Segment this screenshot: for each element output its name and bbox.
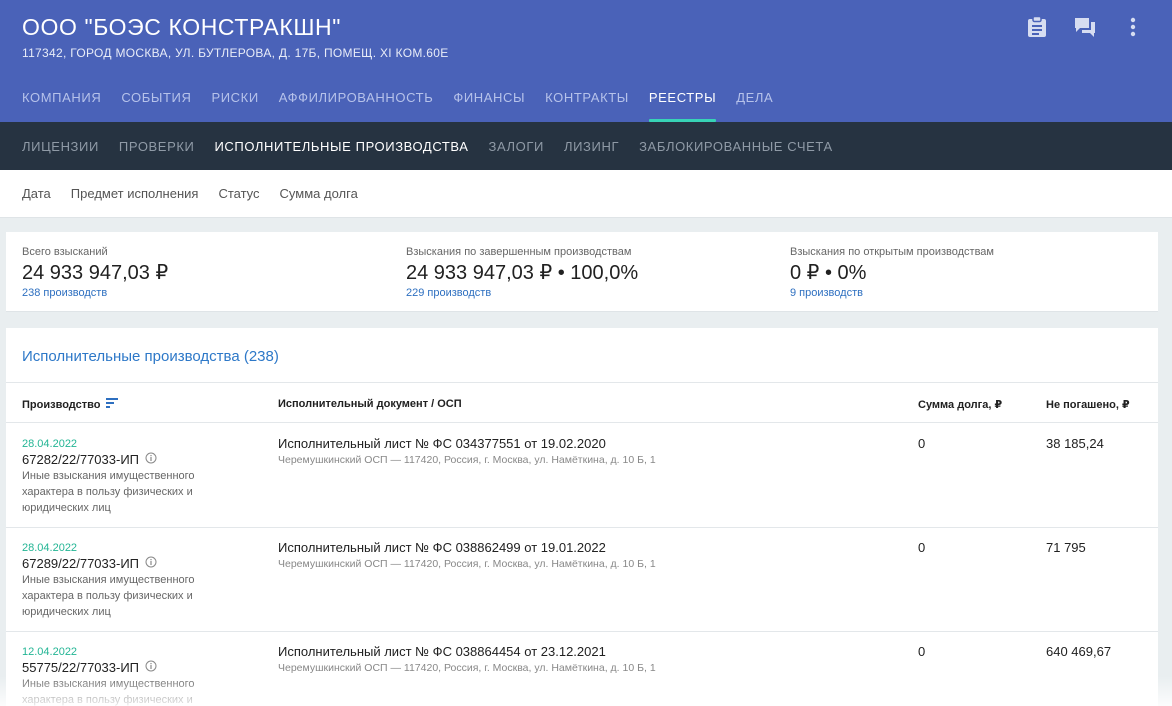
column-unpaid[interactable]: Не погашено, ₽ bbox=[1046, 398, 1130, 411]
info-icon[interactable] bbox=[145, 452, 157, 467]
summary-card: Всего взысканий 24 933 947,03 ₽ 238 прои… bbox=[6, 232, 1158, 312]
document-title[interactable]: Исполнительный лист № ФС 038864454 от 23… bbox=[278, 644, 656, 659]
row-number-text: 67282/22/77033-ИП bbox=[22, 452, 139, 467]
filters-bar: Дата Предмет исполнения Статус Сумма дол… bbox=[0, 170, 1172, 218]
more-vert-icon[interactable] bbox=[1120, 14, 1146, 40]
row-date: 28.04.2022 bbox=[22, 542, 78, 554]
table-row[interactable]: 28.04.2022 67282/22/77033-ИП Иные взыска… bbox=[6, 424, 1158, 528]
subtab-licenses[interactable]: ЛИЦЕНЗИИ bbox=[22, 139, 99, 154]
tab-cases[interactable]: ДЕЛА bbox=[736, 90, 773, 122]
row-number[interactable]: 67289/22/77033-ИП bbox=[22, 556, 222, 571]
column-debt[interactable]: Сумма долга, ₽ bbox=[918, 398, 1002, 411]
tab-risks[interactable]: РИСКИ bbox=[211, 90, 258, 122]
summary-completed: Взыскания по завершенным производствам 2… bbox=[406, 246, 638, 299]
column-proceeding-label: Производство bbox=[22, 398, 101, 411]
summary-label: Всего взысканий bbox=[22, 246, 108, 258]
table-title: Исполнительные производства (238) bbox=[22, 348, 279, 365]
row-description: Иные взыскания имущественного характера … bbox=[22, 678, 195, 706]
subtab-leasing[interactable]: ЛИЗИНГ bbox=[564, 139, 619, 154]
table-row[interactable]: 28.04.2022 67289/22/77033-ИП Иные взыска… bbox=[6, 528, 1158, 632]
row-description: Иные взыскания имущественного характера … bbox=[22, 574, 195, 618]
filter-debt-amount[interactable]: Сумма долга bbox=[280, 186, 358, 201]
summary-value: 24 933 947,03 ₽ bbox=[22, 262, 169, 284]
company-header: ООО "БОЭС КОНСТРАКШН" 117342, ГОРОД МОСК… bbox=[0, 0, 1172, 122]
summary-label: Взыскания по открытым производствам bbox=[790, 246, 994, 258]
summary-label: Взыскания по завершенным производствам bbox=[406, 246, 632, 258]
info-icon[interactable] bbox=[145, 556, 157, 571]
column-proceeding[interactable]: Производство bbox=[22, 398, 119, 411]
header-actions bbox=[1024, 14, 1146, 40]
sort-icon[interactable] bbox=[106, 398, 119, 411]
tab-contracts[interactable]: КОНТРАКТЫ bbox=[545, 90, 629, 122]
summary-open: Взыскания по открытым производствам 0 ₽ … bbox=[790, 246, 994, 299]
summary-link[interactable]: 9 производств bbox=[790, 287, 994, 299]
tab-registries[interactable]: РЕЕСТРЫ bbox=[648, 90, 717, 122]
info-icon[interactable] bbox=[145, 660, 157, 675]
document-title[interactable]: Исполнительный лист № ФС 034377551 от 19… bbox=[278, 436, 656, 451]
row-description: Иные взыскания имущественного характера … bbox=[22, 470, 195, 514]
row-number[interactable]: 67282/22/77033-ИП bbox=[22, 452, 222, 467]
row-debt: 0 bbox=[918, 644, 926, 659]
filter-date[interactable]: Дата bbox=[22, 186, 51, 201]
filter-status[interactable]: Статус bbox=[218, 186, 259, 201]
subtab-blocked-accounts[interactable]: ЗАБЛОКИРОВАННЫЕ СЧЕТА bbox=[639, 139, 833, 154]
row-unpaid: 38 185,24 bbox=[1046, 436, 1104, 451]
row-date: 28.04.2022 bbox=[22, 438, 78, 450]
row-number-text: 67289/22/77033-ИП bbox=[22, 556, 139, 571]
tab-events[interactable]: СОБЫТИЯ bbox=[121, 90, 191, 122]
document-title[interactable]: Исполнительный лист № ФС 038862499 от 19… bbox=[278, 540, 656, 555]
summary-link[interactable]: 229 производств bbox=[406, 287, 638, 299]
row-unpaid: 640 469,67 bbox=[1046, 644, 1112, 659]
row-debt: 0 bbox=[918, 436, 926, 451]
row-date: 12.04.2022 bbox=[22, 646, 78, 658]
subtab-inspections[interactable]: ПРОВЕРКИ bbox=[119, 139, 195, 154]
subnav-bar: ЛИЦЕНЗИИ ПРОВЕРКИ ИСПОЛНИТЕЛЬНЫЕ ПРОИЗВО… bbox=[0, 122, 1172, 170]
filter-subject[interactable]: Предмет исполнения bbox=[71, 186, 199, 201]
document-osp: Черемушкинский ОСП — 117420, Россия, г. … bbox=[278, 454, 656, 466]
column-document: Исполнительный документ / ОСП bbox=[278, 398, 462, 410]
tab-affiliation[interactable]: АФФИЛИРОВАННОСТЬ bbox=[279, 90, 434, 122]
row-debt: 0 bbox=[918, 540, 926, 555]
company-address: 117342, ГОРОД МОСКВА, УЛ. БУТЛЕРОВА, Д. … bbox=[22, 46, 449, 60]
table-row[interactable]: 12.04.2022 55775/22/77033-ИП Иные взыска… bbox=[6, 632, 1158, 706]
summary-link[interactable]: 238 производств bbox=[22, 287, 168, 299]
tab-company[interactable]: КОМПАНИЯ bbox=[22, 90, 101, 122]
subtab-pledges[interactable]: ЗАЛОГИ bbox=[489, 139, 544, 154]
main-tabs: КОМПАНИЯ СОБЫТИЯ РИСКИ АФФИЛИРОВАННОСТЬ … bbox=[22, 90, 773, 122]
summary-value: 24 933 947,03 ₽ • 100,0% bbox=[406, 262, 639, 284]
document-osp: Черемушкинский ОСП — 117420, Россия, г. … bbox=[278, 662, 656, 674]
clipboard-icon[interactable] bbox=[1024, 14, 1050, 40]
summary-total: Всего взысканий 24 933 947,03 ₽ 238 прои… bbox=[22, 246, 168, 299]
company-title: ООО "БОЭС КОНСТРАКШН" bbox=[22, 14, 342, 40]
row-number[interactable]: 55775/22/77033-ИП bbox=[22, 660, 222, 675]
proceedings-table-card: Исполнительные производства (238) Произв… bbox=[6, 328, 1158, 706]
table-header: Производство Исполнительный документ / О… bbox=[6, 382, 1158, 423]
row-number-text: 55775/22/77033-ИП bbox=[22, 660, 139, 675]
row-unpaid: 71 795 bbox=[1046, 540, 1086, 555]
summary-value: 0 ₽ • 0% bbox=[790, 262, 867, 284]
tab-finance[interactable]: ФИНАНСЫ bbox=[453, 90, 525, 122]
chat-icon[interactable] bbox=[1072, 14, 1098, 40]
document-osp: Черемушкинский ОСП — 117420, Россия, г. … bbox=[278, 558, 656, 570]
subtab-enforcement[interactable]: ИСПОЛНИТЕЛЬНЫЕ ПРОИЗВОДСТВА bbox=[214, 139, 468, 154]
